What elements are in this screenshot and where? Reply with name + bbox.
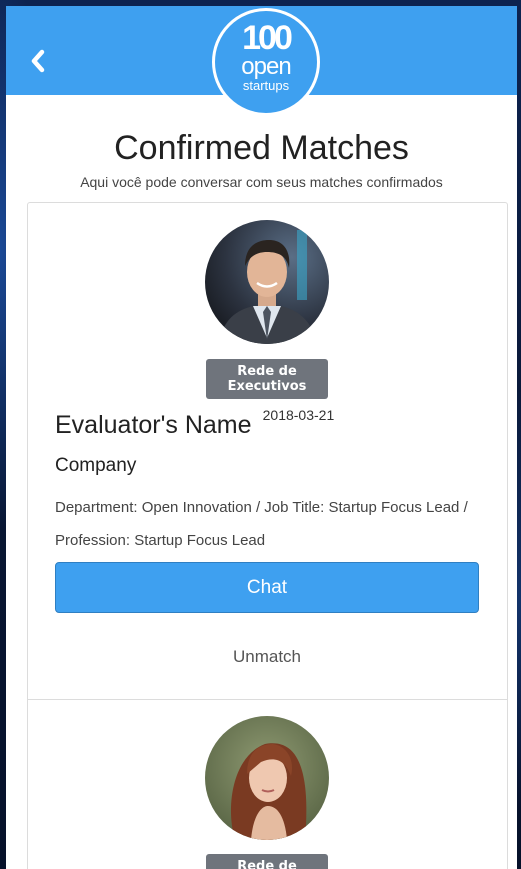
logo-100-text: 100 — [242, 19, 293, 57]
chat-button[interactable]: Chat — [55, 562, 479, 613]
evaluator-name: Evaluator's Name — [55, 411, 252, 439]
open-startups-logo: 100 open startups — [212, 8, 320, 116]
evaluator-avatar — [205, 220, 329, 344]
match-date: 2018-03-21 — [262, 407, 335, 423]
match-card: Rede de Executivos Evaluator's Name 2018… — [27, 202, 508, 700]
match-card: Rede de — [27, 700, 508, 869]
badge-line2: Executivos — [227, 379, 307, 394]
company-name: Company — [55, 455, 137, 476]
back-button[interactable] — [24, 46, 54, 76]
page-subtitle: Aqui você pode conversar com seus matche… — [80, 174, 443, 190]
badge-line1: Rede de — [237, 859, 297, 869]
badge-line1: Rede de — [237, 364, 297, 379]
page-title: Confirmed Matches — [114, 129, 409, 167]
logo-open-text: open — [241, 53, 291, 80]
evaluator-name-row: Evaluator's Name 2018-03-21 — [55, 407, 334, 440]
unmatch-button[interactable]: Unmatch — [55, 639, 479, 675]
logo-startups-text: startups — [242, 78, 290, 93]
chevron-left-icon — [31, 49, 45, 73]
network-badge: Rede de — [206, 854, 328, 869]
evaluator-avatar — [205, 716, 329, 840]
app-screen: 100 open startups Confirmed Matches Aqui… — [6, 6, 517, 869]
evaluator-details: Department: Open Innovation / Job Title:… — [55, 499, 468, 549]
network-badge: Rede de Executivos — [206, 359, 328, 399]
profile-photo-woman-icon — [205, 716, 329, 840]
profile-photo-man-icon — [205, 220, 329, 344]
